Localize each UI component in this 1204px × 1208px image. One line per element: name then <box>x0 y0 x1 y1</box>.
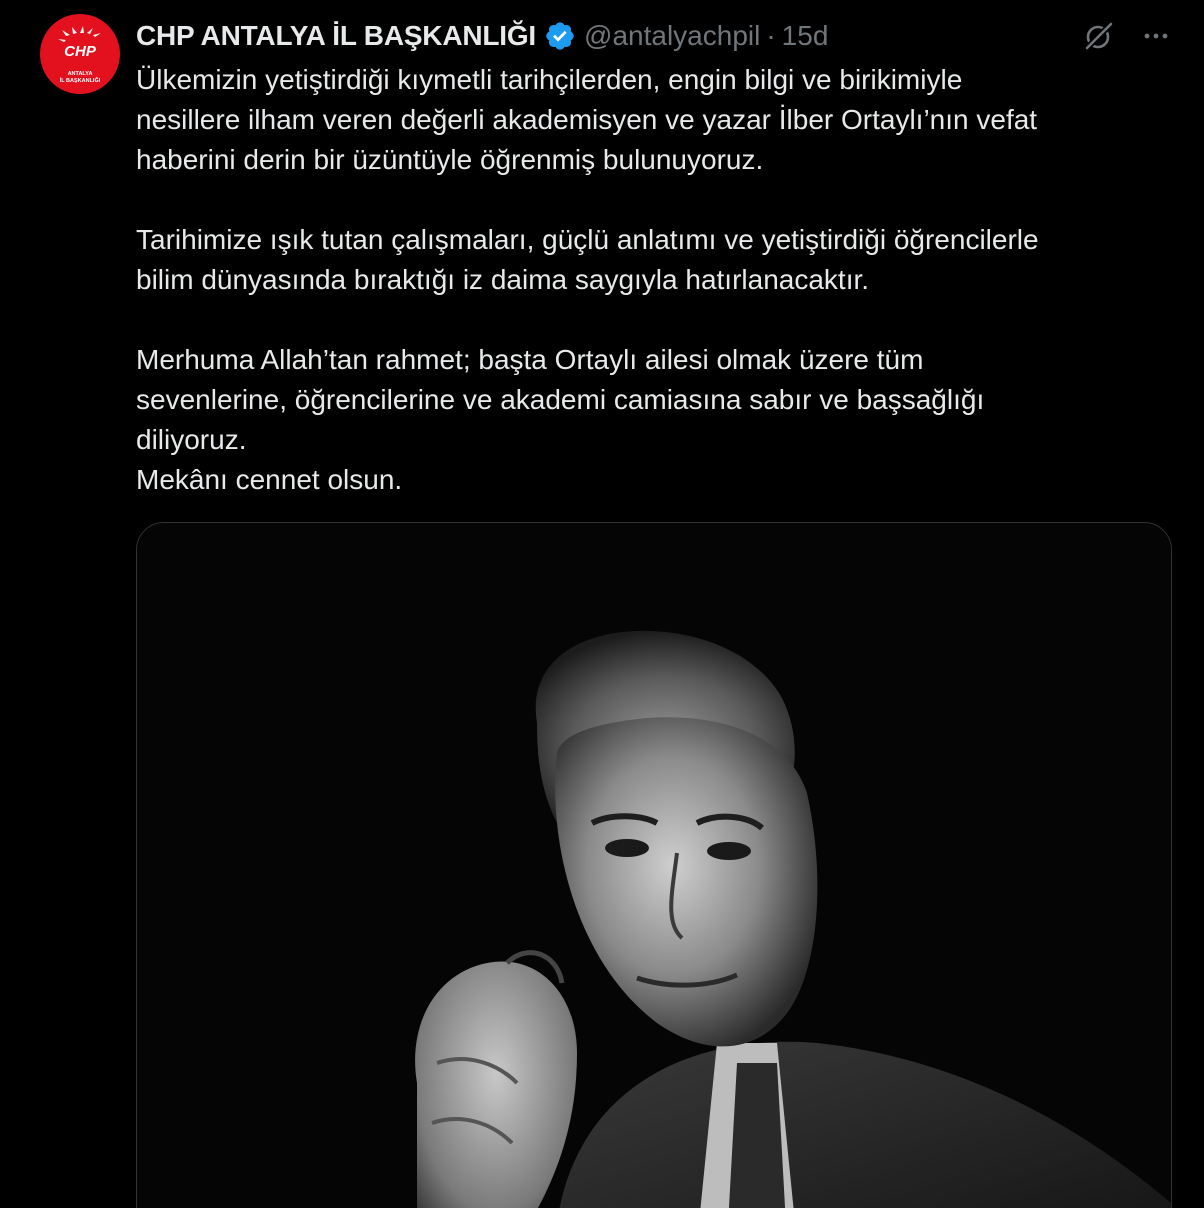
tweet: CHP ANTALYA İL BAŞKANLIĞI CHP ANTALYA İL… <box>0 0 1204 1208</box>
avatar-sub-line-2: İL BAŞKANLIĞI <box>60 76 101 84</box>
tweet-actions <box>1080 18 1174 54</box>
user-handle[interactable]: @antalyachpil <box>584 20 760 52</box>
display-name[interactable]: CHP ANTALYA İL BAŞKANLIĞI <box>136 20 536 52</box>
verified-badge-icon[interactable] <box>544 20 576 52</box>
portrait-photo <box>137 523 1171 1208</box>
tweet-paragraph: Merhuma Allah’tan rahmet; başta Ortaylı … <box>136 344 985 495</box>
avatar-logo-text: CHP <box>64 43 97 60</box>
tweet-time[interactable]: 15d <box>782 20 829 52</box>
tweet-text: Ülkemizin yetiştirdiği kıymetli tarihçil… <box>136 60 1176 500</box>
avatar[interactable]: CHP ANTALYA İL BAŞKANLIĞI <box>40 14 120 94</box>
chp-logo-icon: CHP ANTALYA İL BAŞKANLIĞI <box>58 26 101 84</box>
tweet-header: CHP ANTALYA İL BAŞKANLIĞI @antalyachpil … <box>136 16 828 56</box>
more-options-icon[interactable] <box>1138 18 1174 54</box>
separator-dot: · <box>766 20 776 51</box>
avatar-sub-line-1: ANTALYA <box>68 71 93 77</box>
tweet-paragraph: Ülkemizin yetiştirdiği kıymetli tarihçil… <box>136 64 1038 175</box>
grok-icon[interactable] <box>1080 18 1116 54</box>
tweet-paragraph: Tarihimize ışık tutan çalışmaları, güçlü… <box>136 224 1039 295</box>
tweet-media-photo[interactable] <box>136 522 1172 1208</box>
